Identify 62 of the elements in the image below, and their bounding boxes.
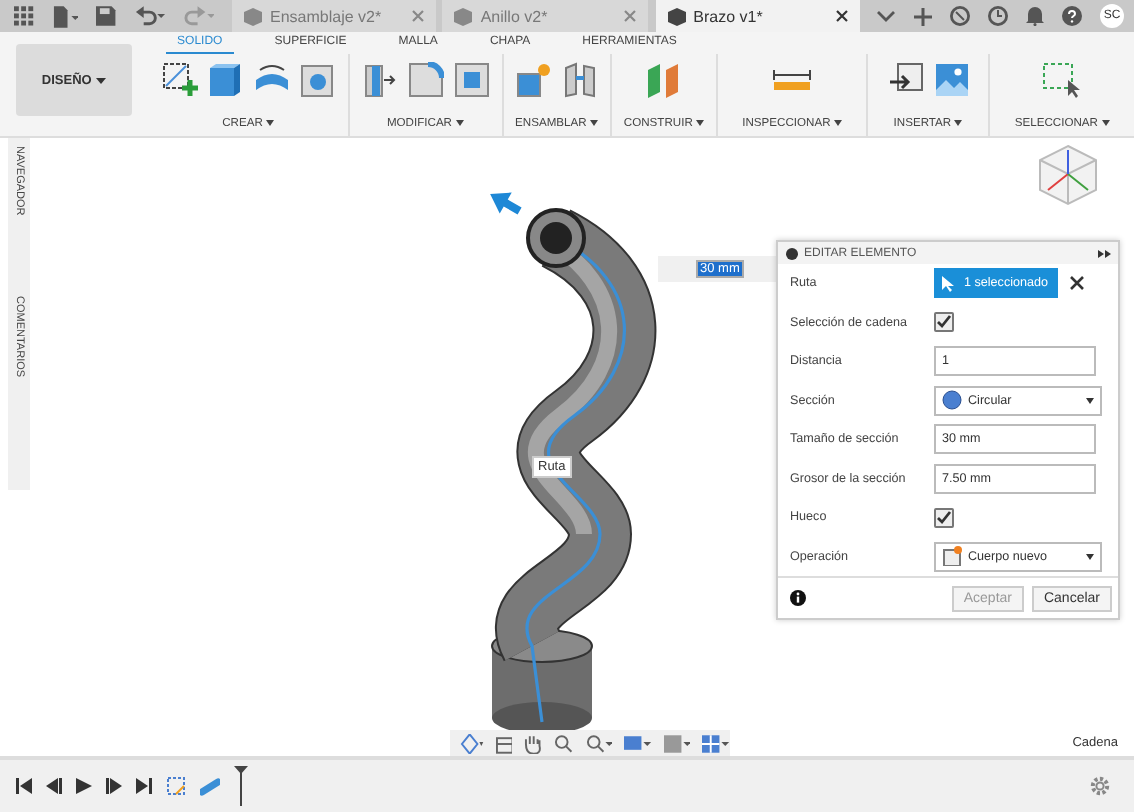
document-tab[interactable]: Brazo v1* xyxy=(655,0,860,32)
pipe-feature-icon[interactable] xyxy=(200,776,220,796)
save-icon[interactable] xyxy=(96,6,116,26)
move-arrow-icon[interactable] xyxy=(490,192,522,215)
checkbox[interactable] xyxy=(934,312,954,333)
timeline-marker-icon[interactable] xyxy=(234,766,248,806)
extrude-icon[interactable] xyxy=(207,62,244,98)
caret-icon xyxy=(1086,553,1094,560)
apps-grid-icon[interactable] xyxy=(14,6,34,26)
previous-frame-icon[interactable] xyxy=(46,778,62,794)
measure-icon[interactable] xyxy=(772,68,812,92)
caret-icon xyxy=(1086,397,1094,404)
file-icon[interactable] xyxy=(51,5,79,27)
new-component-icon[interactable] xyxy=(515,62,552,98)
clock-icon[interactable] xyxy=(987,6,1008,26)
checkbox[interactable] xyxy=(934,507,954,528)
info-icon[interactable] xyxy=(790,590,806,606)
first-frame-icon[interactable] xyxy=(16,778,32,794)
chevron-down-icon[interactable] xyxy=(875,10,896,22)
zoom-window-icon[interactable] xyxy=(585,733,613,753)
settings-icon[interactable] xyxy=(1090,776,1110,796)
caret-icon xyxy=(696,120,704,126)
plus-icon[interactable] xyxy=(913,7,932,25)
display-icon[interactable] xyxy=(624,733,652,753)
bell-icon[interactable] xyxy=(1025,6,1044,26)
zoom-icon[interactable] xyxy=(554,733,574,753)
undo-icon[interactable] xyxy=(133,6,165,26)
caret-icon xyxy=(95,77,106,83)
caret-icon xyxy=(1101,120,1110,126)
look-at-icon[interactable] xyxy=(495,733,513,753)
caret-icon xyxy=(589,120,598,126)
close-icon[interactable] xyxy=(835,10,848,22)
cube-icon xyxy=(244,7,262,25)
offset-plane-icon[interactable] xyxy=(645,62,682,98)
grid-icon[interactable] xyxy=(663,733,691,753)
orbit-icon[interactable] xyxy=(460,733,484,753)
image-icon[interactable] xyxy=(933,62,969,98)
caret-icon xyxy=(455,120,464,126)
caret-icon xyxy=(954,120,963,126)
cube-icon xyxy=(454,7,473,25)
joint-icon[interactable] xyxy=(561,62,598,98)
pan-hand-icon[interactable] xyxy=(524,733,543,753)
new-body-icon xyxy=(942,546,962,567)
caret-icon xyxy=(833,120,842,126)
viewports-icon[interactable] xyxy=(702,733,730,753)
help-icon[interactable] xyxy=(1061,6,1082,26)
next-frame-icon[interactable] xyxy=(106,778,122,794)
expand-icon[interactable] xyxy=(1098,249,1112,257)
cube-icon xyxy=(667,7,686,25)
caret-icon xyxy=(266,120,274,126)
window-select-icon[interactable] xyxy=(1042,62,1082,98)
hole-cube-icon[interactable] xyxy=(299,62,336,98)
fillet-icon[interactable] xyxy=(407,62,444,98)
sketch-icon[interactable] xyxy=(161,62,198,98)
clear-icon[interactable] xyxy=(1070,276,1085,291)
shell-icon[interactable] xyxy=(453,62,490,98)
play-icon[interactable] xyxy=(76,778,92,794)
sketch-feature-icon[interactable] xyxy=(166,776,186,796)
cursor-icon xyxy=(942,275,956,292)
circle-icon xyxy=(942,390,962,411)
last-frame-icon[interactable] xyxy=(136,778,152,794)
press-pull-icon[interactable] xyxy=(361,62,398,98)
